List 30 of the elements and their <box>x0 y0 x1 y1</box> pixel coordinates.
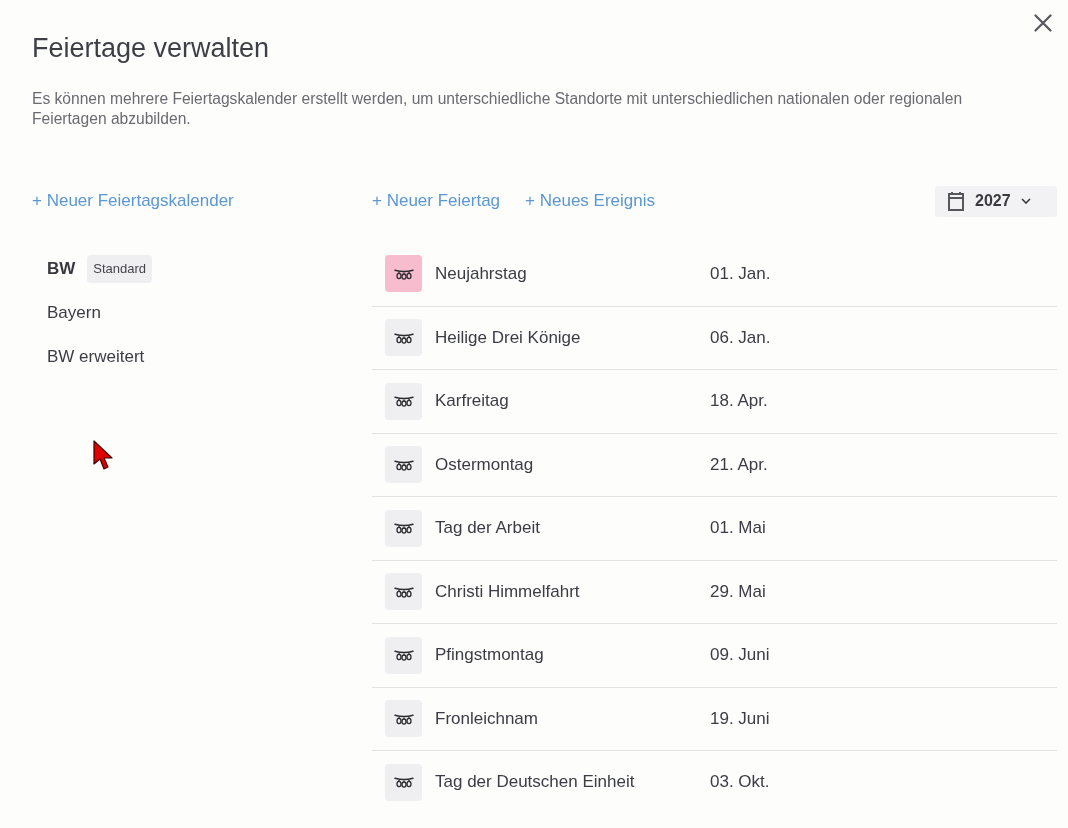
holiday-name: Ostermontag <box>435 453 535 476</box>
holiday-name: Karfreitag <box>435 390 510 413</box>
holiday-date: 19. Juni <box>710 707 770 730</box>
holiday-name: Tag der Deutschen Einheit <box>435 771 636 794</box>
holiday-name: Pfingstmontag <box>435 644 545 667</box>
holiday-date: 29. Mai <box>710 580 766 603</box>
holiday-date: 01. Mai <box>710 517 766 540</box>
holiday-date: 03. Okt. <box>710 771 770 794</box>
holiday-date: 06. Jan. <box>710 326 771 349</box>
calendar-item[interactable]: Bayern <box>47 301 101 325</box>
holiday-date: 01. Jan. <box>710 262 771 285</box>
holiday-name: Neujahrstag <box>435 262 528 285</box>
chevron-down-icon <box>1020 198 1031 204</box>
holiday-date: 18. Apr. <box>710 390 768 413</box>
holiday-name: Fronleichnam <box>435 707 539 730</box>
calendar-item[interactable]: BW <box>47 257 76 281</box>
year-dropdown[interactable]: 2027 <box>935 185 1057 217</box>
mouse-pointer-icon <box>93 440 114 470</box>
holiday-date: 09. Juni <box>710 644 770 667</box>
dialog-description: Es können mehrere Feiertagskalender erstellt werden, um unterschiedliche Standorte mit unterschiedlichen nationalen oder regionalen Feiertagen abzubilden. <box>32 89 964 129</box>
calendar-item[interactable]: BW erweitert <box>47 345 145 369</box>
default-badge: Standard <box>87 255 153 283</box>
holiday-name: Christi Himmelfahrt <box>435 580 581 603</box>
close-icon <box>1034 14 1052 32</box>
close-button[interactable] <box>1034 14 1052 32</box>
holiday-date: 21. Apr. <box>710 453 768 476</box>
holiday-name: Tag der Arbeit <box>435 517 541 540</box>
dialog-title: Feiertage verwalten <box>32 32 270 65</box>
calendar-icon <box>947 191 965 211</box>
holiday-name: Heilige Drei Könige <box>435 326 582 349</box>
